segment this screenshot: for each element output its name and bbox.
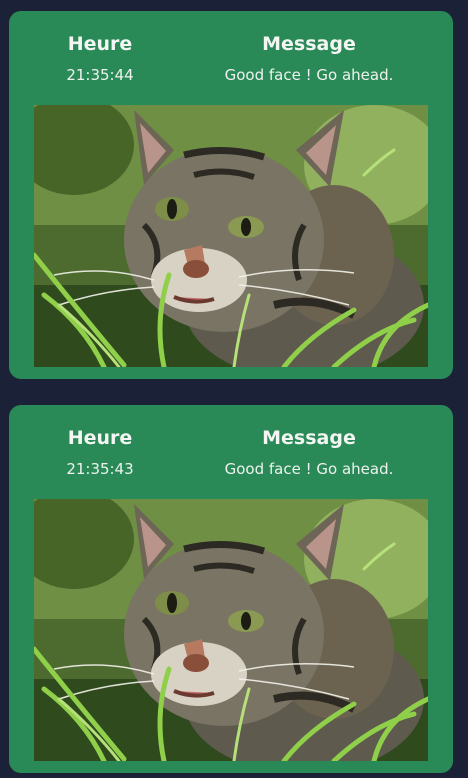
message-value: Good face ! Go ahead.	[224, 66, 394, 84]
detection-card: Heure 21:35:43 Message Good face ! Go ah…	[9, 405, 453, 773]
time-value: 21:35:44	[66, 66, 134, 84]
detection-card: Heure 21:35:44 Message Good face ! Go ah…	[9, 11, 453, 379]
cat-photo	[34, 105, 428, 367]
time-value: 21:35:43	[66, 460, 134, 478]
cat-photo	[34, 499, 428, 761]
message-header: Message	[262, 33, 356, 55]
time-header: Heure	[67, 427, 133, 449]
time-header: Heure	[67, 33, 133, 55]
detection-feed: Heure 21:35:44 Message Good face ! Go ah…	[0, 0, 468, 778]
message-value: Good face ! Go ahead.	[224, 460, 394, 478]
message-header: Message	[262, 427, 356, 449]
